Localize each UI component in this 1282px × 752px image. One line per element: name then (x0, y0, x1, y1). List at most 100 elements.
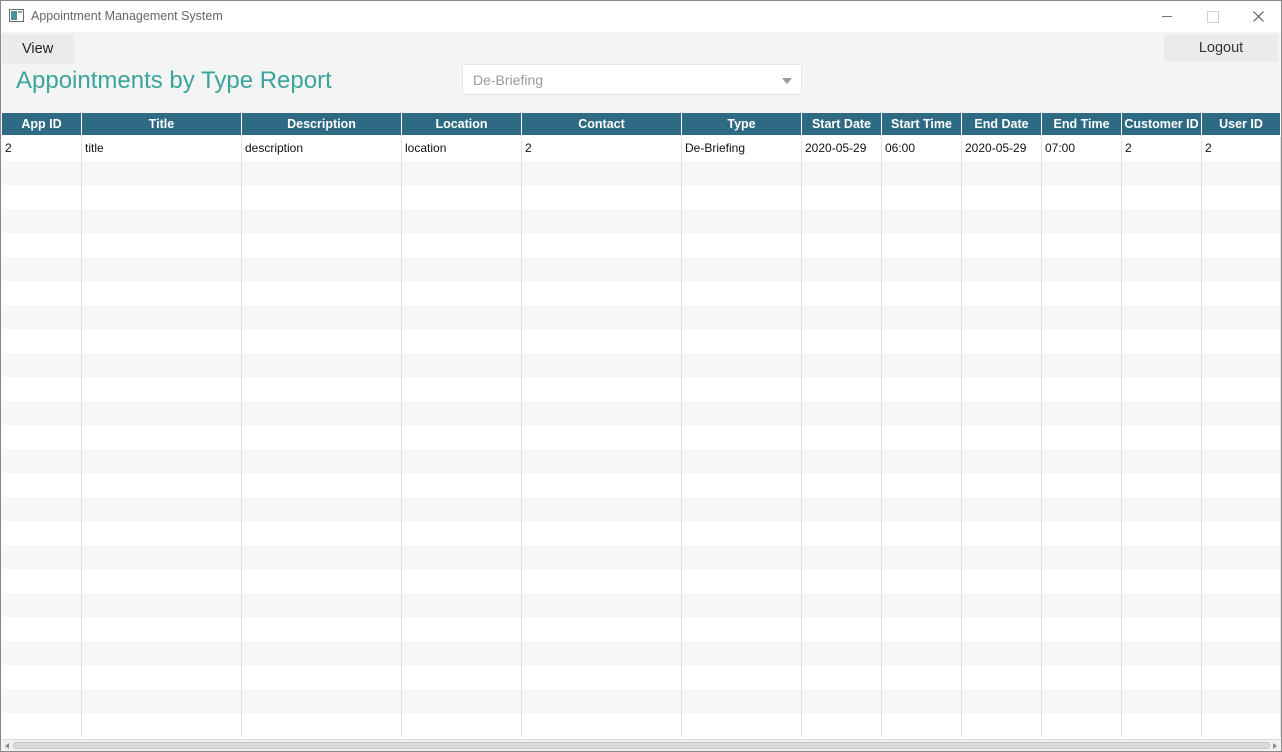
column-header[interactable]: Contact (522, 113, 682, 136)
column-header[interactable]: End Time (1042, 113, 1122, 136)
table-row[interactable] (2, 425, 1281, 449)
table-row[interactable] (2, 497, 1281, 521)
table-cell (962, 185, 1042, 209)
column-header[interactable]: Description (242, 113, 402, 136)
table-cell (522, 617, 682, 641)
table-cell (1122, 329, 1202, 353)
table-cell (2, 665, 82, 689)
column-header[interactable]: Customer ID (1122, 113, 1202, 136)
logout-button[interactable]: Logout (1164, 34, 1278, 62)
table-cell (522, 185, 682, 209)
table-cell: 2 (2, 137, 82, 161)
table-cell (242, 281, 402, 305)
column-header[interactable]: User ID (1202, 113, 1281, 136)
table-cell (1122, 521, 1202, 545)
table-row[interactable] (2, 521, 1281, 545)
table-cell (82, 713, 242, 737)
table-cell (682, 209, 802, 233)
table-cell (1202, 545, 1281, 569)
view-menu[interactable]: View (2, 34, 74, 64)
table-cell (2, 353, 82, 377)
scroll-left-icon[interactable] (5, 743, 9, 749)
table-row[interactable]: 2 title description location 2 De-Briefing 202… (2, 137, 1281, 161)
table-cell (242, 161, 402, 185)
table-cell (522, 425, 682, 449)
table-cell (242, 593, 402, 617)
column-header[interactable]: App ID (2, 113, 82, 136)
column-header[interactable]: Start Date (802, 113, 882, 136)
column-header[interactable]: Title (82, 113, 242, 136)
table-cell (882, 521, 962, 545)
table-cell (962, 257, 1042, 281)
table-cell (1202, 473, 1281, 497)
table-cell (1202, 521, 1281, 545)
table-cell (522, 449, 682, 473)
table-row[interactable] (2, 713, 1281, 737)
table-cell (682, 401, 802, 425)
minimize-icon[interactable] (1145, 1, 1190, 32)
table-cell (2, 305, 82, 329)
table-row[interactable] (2, 329, 1281, 353)
table-cell (802, 473, 882, 497)
close-icon[interactable] (1236, 1, 1281, 32)
table-cell (882, 497, 962, 521)
table-row[interactable] (2, 233, 1281, 257)
table-cell (882, 569, 962, 593)
table-row[interactable] (2, 473, 1281, 497)
table-cell (962, 209, 1042, 233)
table-cell: title (82, 137, 242, 161)
table-cell (1202, 377, 1281, 401)
table-cell (1042, 161, 1122, 185)
table-cell (402, 593, 522, 617)
table-cell (82, 473, 242, 497)
horizontal-scrollbar[interactable] (2, 739, 1281, 751)
scrollbar-thumb[interactable] (13, 742, 1270, 749)
table-row[interactable] (2, 353, 1281, 377)
table-cell (402, 281, 522, 305)
table-row[interactable] (2, 209, 1281, 233)
table-cell (402, 353, 522, 377)
table-cell (802, 449, 882, 473)
table-row[interactable] (2, 257, 1281, 281)
table-cell (962, 521, 1042, 545)
table-row[interactable] (2, 281, 1281, 305)
table-cell (242, 209, 402, 233)
type-filter-select[interactable]: De-Briefing (462, 64, 802, 95)
table-row[interactable] (2, 617, 1281, 641)
column-header[interactable]: End Date (962, 113, 1042, 136)
table-row[interactable] (2, 161, 1281, 185)
window-title: Appointment Management System (31, 9, 223, 23)
maximize-icon[interactable] (1190, 1, 1235, 32)
table-cell (402, 185, 522, 209)
table-cell (802, 161, 882, 185)
table-row[interactable] (2, 401, 1281, 425)
table-row[interactable] (2, 569, 1281, 593)
table-cell (242, 353, 402, 377)
column-header[interactable]: Start Time (882, 113, 962, 136)
table-row[interactable] (2, 593, 1281, 617)
table-row[interactable] (2, 665, 1281, 689)
table-row[interactable] (2, 641, 1281, 665)
table-row[interactable] (2, 545, 1281, 569)
table-row[interactable] (2, 689, 1281, 713)
table-cell (242, 329, 402, 353)
table-cell (1122, 377, 1202, 401)
table-row[interactable] (2, 449, 1281, 473)
table-cell (82, 641, 242, 665)
table-row[interactable] (2, 377, 1281, 401)
table-cell (962, 401, 1042, 425)
table-cell (1122, 689, 1202, 713)
table-cell (882, 185, 962, 209)
table-cell (962, 425, 1042, 449)
table-cell (882, 305, 962, 329)
view-menu-label: View (22, 41, 54, 57)
table-cell (962, 617, 1042, 641)
table-cell (522, 161, 682, 185)
table-cell (1042, 593, 1122, 617)
column-header[interactable]: Location (402, 113, 522, 136)
table-row[interactable] (2, 305, 1281, 329)
scroll-right-icon[interactable] (1273, 743, 1277, 749)
column-header[interactable]: Type (682, 113, 802, 136)
table-row[interactable] (2, 185, 1281, 209)
table-cell (1202, 161, 1281, 185)
